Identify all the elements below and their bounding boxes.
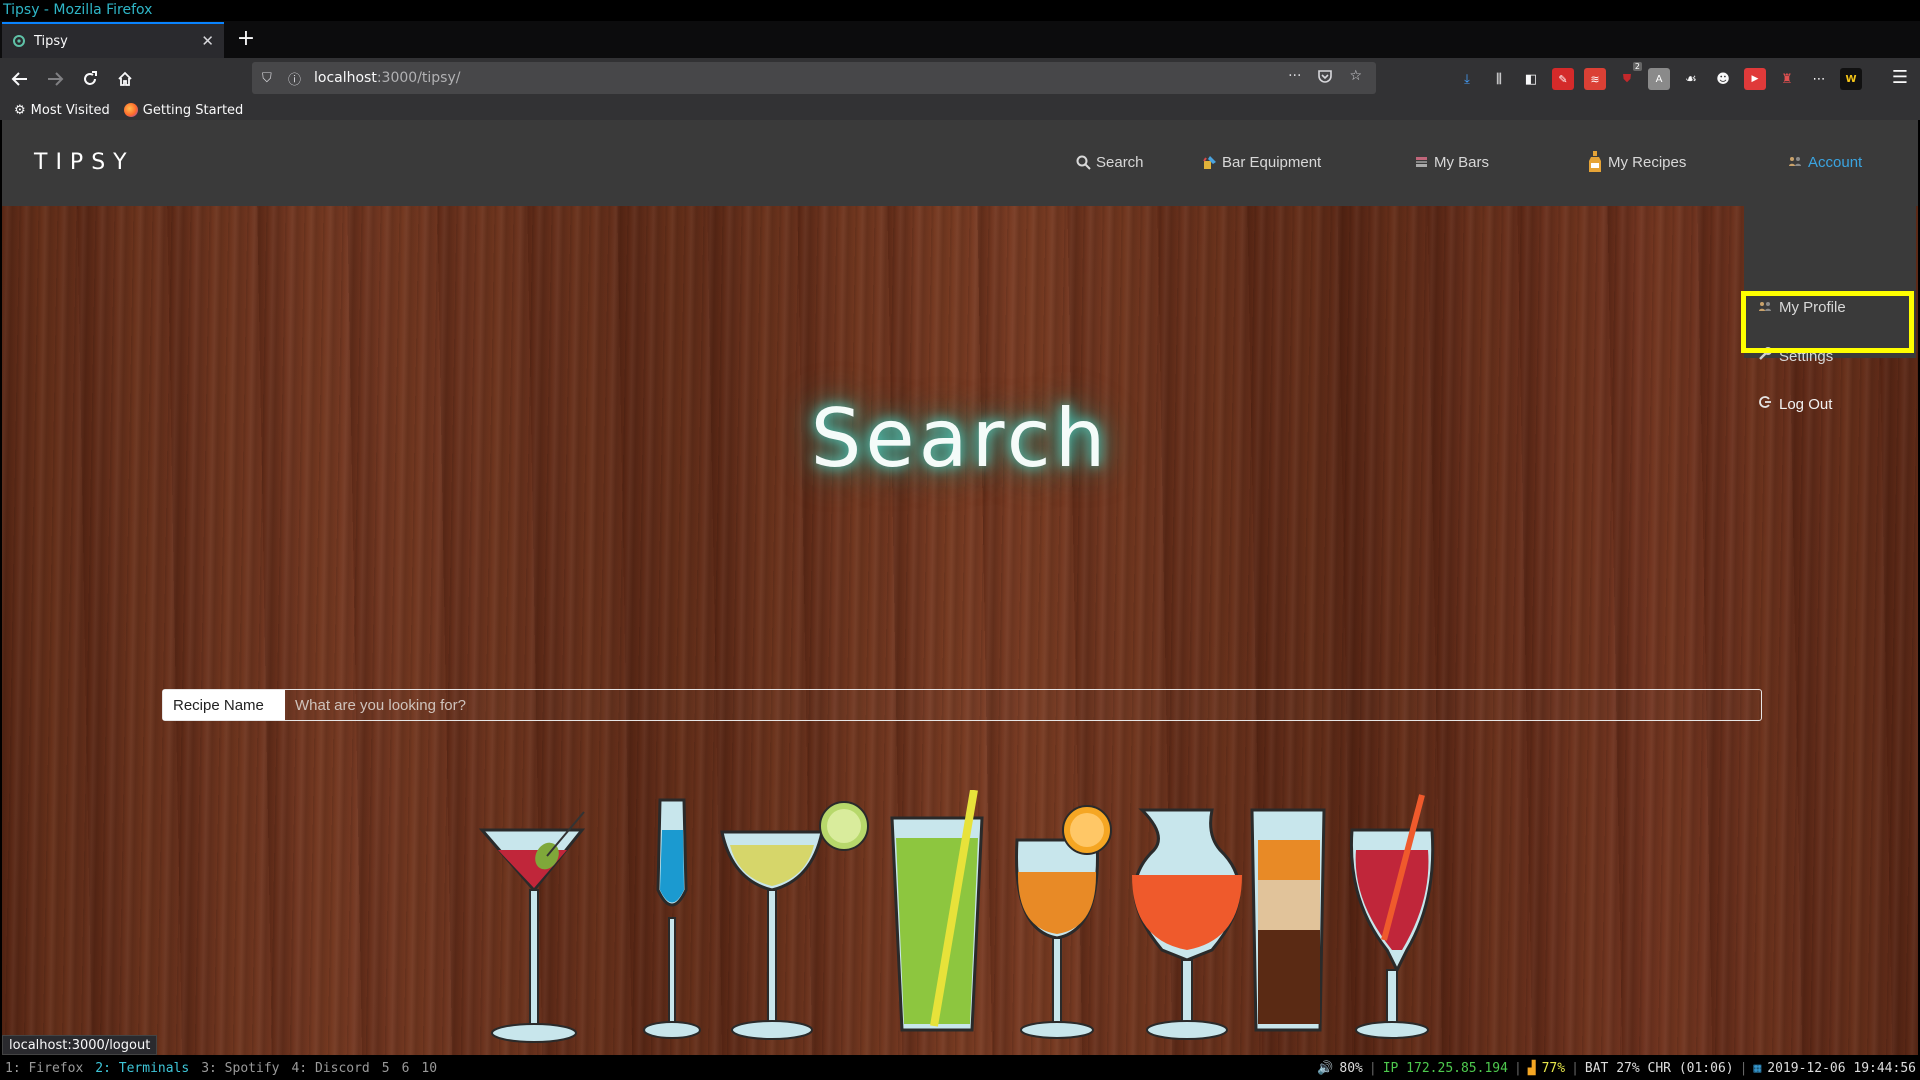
tipsy-favicon-icon <box>12 34 26 48</box>
extension-dots-icon[interactable]: ⋯ <box>1808 68 1830 90</box>
calendar-icon: ▦ <box>1753 1061 1762 1076</box>
hurricane-glass-icon <box>1132 808 1242 1040</box>
date-time: 2019-12-06 19:44:56 <box>1767 1061 1916 1076</box>
extension-feather-icon[interactable]: ☙ <box>1680 68 1702 90</box>
gear-icon: ⚙ <box>14 102 26 118</box>
firefox-icon <box>123 103 138 117</box>
site-info-icon[interactable]: ⓘ <box>288 69 304 88</box>
shaker-icon <box>1202 155 1216 171</box>
extension-todoist-icon[interactable]: ≋ <box>1584 68 1606 90</box>
extension-grey-icon[interactable]: A <box>1648 68 1670 90</box>
poco-grande-glass-icon <box>1349 794 1435 1039</box>
workspace-list: 1: Firefox 2: Terminals 3: Spotify 4: Di… <box>5 1057 437 1080</box>
recipe-search-input[interactable] <box>285 690 1761 720</box>
bookmarks-bar: ⚙ Most Visited Getting Started <box>0 100 1920 120</box>
sidebar-icon[interactable]: ◧ <box>1520 68 1542 90</box>
hamburger-menu-icon[interactable]: ☰ <box>1892 67 1908 88</box>
users-icon <box>1788 155 1802 171</box>
bookmark-most-visited[interactable]: ⚙ Most Visited <box>14 103 110 118</box>
log-out-highlight-box <box>1741 291 1914 353</box>
forward-button[interactable] <box>40 64 70 94</box>
page-content: TIPSY Search Bar Equipment My Bars My Re… <box>2 120 1918 1055</box>
nav-my-recipes-label: My Recipes <box>1608 154 1687 171</box>
window-title: Tipsy - Mozilla Firefox <box>0 0 1920 21</box>
nav-bar-equipment[interactable]: Bar Equipment <box>1202 154 1321 171</box>
layered-shot-glass-icon <box>1250 808 1326 1032</box>
extension-red-pen-icon[interactable]: ✎ <box>1552 68 1574 90</box>
page-title: Search <box>810 392 1110 485</box>
pocket-icon[interactable] <box>1317 68 1333 88</box>
nav-bar-equipment-label: Bar Equipment <box>1222 154 1322 171</box>
ublock-badge: 2 <box>1632 62 1642 71</box>
extension-toolbar: ⤓ ⫼ ◧ ✎ ≋ ⛊ 2 A ☙ ☻ ▶ ♜ ⋯ W <box>1456 62 1862 92</box>
bookmark-label: Most Visited <box>30 102 110 118</box>
address-bar[interactable]: ⛉ ⓘ localhost:3000/tipsy/ ··· ☆ <box>252 62 1376 94</box>
wifi-icon: ▟ <box>1527 1061 1536 1076</box>
workspace-item[interactable]: 3: Spotify <box>201 1057 279 1080</box>
nav-search-label: Search <box>1096 154 1144 171</box>
nav-search[interactable]: Search <box>1076 154 1144 171</box>
url-host: localhost <box>314 70 377 86</box>
tracking-shield-icon[interactable]: ⛉ <box>262 71 278 86</box>
cocktail-glasses-illustration <box>478 790 1435 1043</box>
workspace-item[interactable]: 10 <box>421 1057 437 1080</box>
extension-red-robot-icon[interactable]: ♜ <box>1776 68 1798 90</box>
home-button[interactable] <box>110 64 140 94</box>
url-path: :3000/tipsy/ <box>376 70 461 86</box>
library-icon[interactable]: ⫼ <box>1488 68 1510 90</box>
workspace-item[interactable]: 5 <box>382 1057 390 1080</box>
workspace-item[interactable]: 1: Firefox <box>5 1057 83 1080</box>
nav-account-label: Account <box>1808 154 1863 171</box>
nav-my-recipes[interactable]: My Recipes <box>1588 150 1687 172</box>
wine-glass-orange-icon <box>1015 805 1112 1039</box>
workspace-item[interactable]: 6 <box>402 1057 410 1080</box>
bottle-icon <box>1588 150 1602 172</box>
volume-icon: 🔊 <box>1317 1061 1334 1076</box>
page-actions-icon[interactable]: ··· <box>1288 68 1301 88</box>
recipe-name-label: Recipe Name <box>163 690 285 720</box>
workspace-item[interactable]: 4: Discord <box>291 1057 369 1080</box>
search-icon <box>1076 155 1091 171</box>
os-status-bar: 1: Firefox 2: Terminals 3: Spotify 4: Di… <box>0 1057 1920 1080</box>
tab-strip: Tipsy ✕ + <box>0 21 1920 58</box>
ip-address: IP 172.25.85.194 <box>1382 1061 1508 1076</box>
recipe-search-group: Recipe Name <box>162 689 1762 721</box>
downloads-icon[interactable]: ⤓ <box>1456 68 1478 90</box>
margarita-glass-icon <box>720 801 869 1040</box>
tab-title: Tipsy <box>34 33 68 49</box>
navigation-toolbar: ⛉ ⓘ localhost:3000/tipsy/ ··· ☆ ⤓ ⫼ ◧ ✎ … <box>0 58 1920 100</box>
ublock-icon[interactable]: ⛊ 2 <box>1616 62 1642 90</box>
browser-tab[interactable]: Tipsy ✕ <box>2 22 224 58</box>
url-text[interactable]: localhost:3000/tipsy/ <box>314 70 1288 86</box>
nav-my-bars-label: My Bars <box>1434 154 1490 171</box>
site-navbar: TIPSY Search Bar Equipment My Bars My Re… <box>2 120 1918 206</box>
wifi-level: 77% <box>1541 1061 1566 1076</box>
extension-account-icon[interactable]: ☻ <box>1712 68 1734 90</box>
reload-button[interactable] <box>75 64 105 94</box>
system-tray: 🔊 80% | IP 172.25.85.194 | ▟ 77% | BAT 2… <box>1317 1057 1916 1080</box>
volume-level: 80% <box>1339 1061 1363 1076</box>
close-tab-icon[interactable]: ✕ <box>201 32 214 50</box>
battery-status: BAT 27% CHR (01:06) <box>1584 1061 1734 1076</box>
martini-glass-icon <box>478 811 586 1043</box>
workspace-item-active[interactable]: 2: Terminals <box>95 1057 189 1080</box>
extension-w-icon[interactable]: W <box>1840 68 1862 90</box>
link-status-tooltip: localhost:3000/logout <box>2 1035 158 1055</box>
brand-logo[interactable]: TIPSY <box>34 150 135 175</box>
nav-account[interactable]: Account <box>1788 154 1862 171</box>
highball-straw-glass-icon <box>890 790 984 1032</box>
nav-my-bars[interactable]: My Bars <box>1414 154 1489 171</box>
flute-glass-icon <box>643 798 701 1039</box>
extension-youtube-icon[interactable]: ▶ <box>1744 68 1766 90</box>
bar-icon <box>1414 155 1428 171</box>
bookmark-getting-started[interactable]: Getting Started <box>123 102 244 118</box>
back-button[interactable] <box>5 64 35 94</box>
bookmark-label: Getting Started <box>142 102 244 118</box>
new-tab-button[interactable]: + <box>233 27 259 53</box>
bookmark-star-icon[interactable]: ☆ <box>1349 68 1362 88</box>
